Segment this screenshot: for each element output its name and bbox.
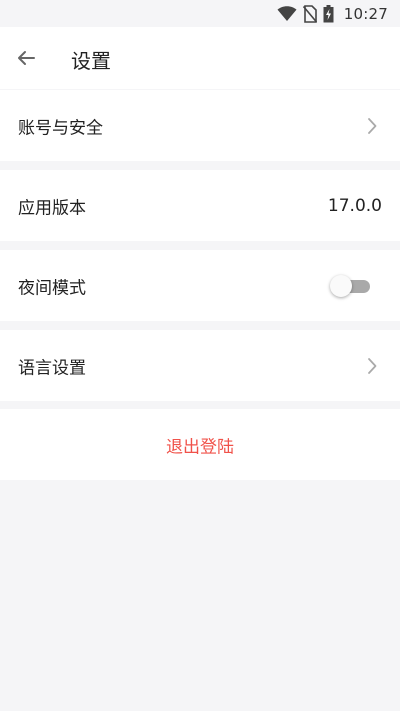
- page-title: 设置: [71, 49, 111, 73]
- battery-charging-icon: [323, 5, 334, 23]
- status-icons: 10:27: [277, 3, 388, 25]
- wifi-icon: [277, 6, 297, 21]
- app-bar: 设置: [0, 27, 400, 89]
- app-version-value: 17.0.0: [327, 195, 382, 216]
- no-sim-icon: [302, 5, 317, 23]
- night-mode-label: 夜间模式: [18, 278, 86, 298]
- logout-label: 退出登陆: [166, 437, 234, 457]
- arrow-left-icon[interactable]: [14, 46, 38, 70]
- toggle-thumb: [330, 274, 352, 297]
- app-version-row: 应用版本 17.0.0: [0, 170, 400, 241]
- app-version-label: 应用版本: [18, 198, 86, 218]
- status-time: 10:27: [343, 5, 388, 23]
- status-bar: 10:27: [0, 0, 400, 27]
- night-mode-row: 夜间模式: [0, 250, 400, 321]
- language-settings-row[interactable]: 语言设置: [0, 330, 400, 401]
- chevron-right-icon: [368, 357, 377, 374]
- account-security-label: 账号与安全: [18, 118, 103, 138]
- chevron-right-icon: [368, 117, 377, 134]
- language-settings-label: 语言设置: [18, 358, 86, 378]
- logout-button[interactable]: 退出登陆: [0, 409, 400, 480]
- account-security-row[interactable]: 账号与安全: [0, 90, 400, 161]
- night-mode-toggle[interactable]: [330, 274, 370, 297]
